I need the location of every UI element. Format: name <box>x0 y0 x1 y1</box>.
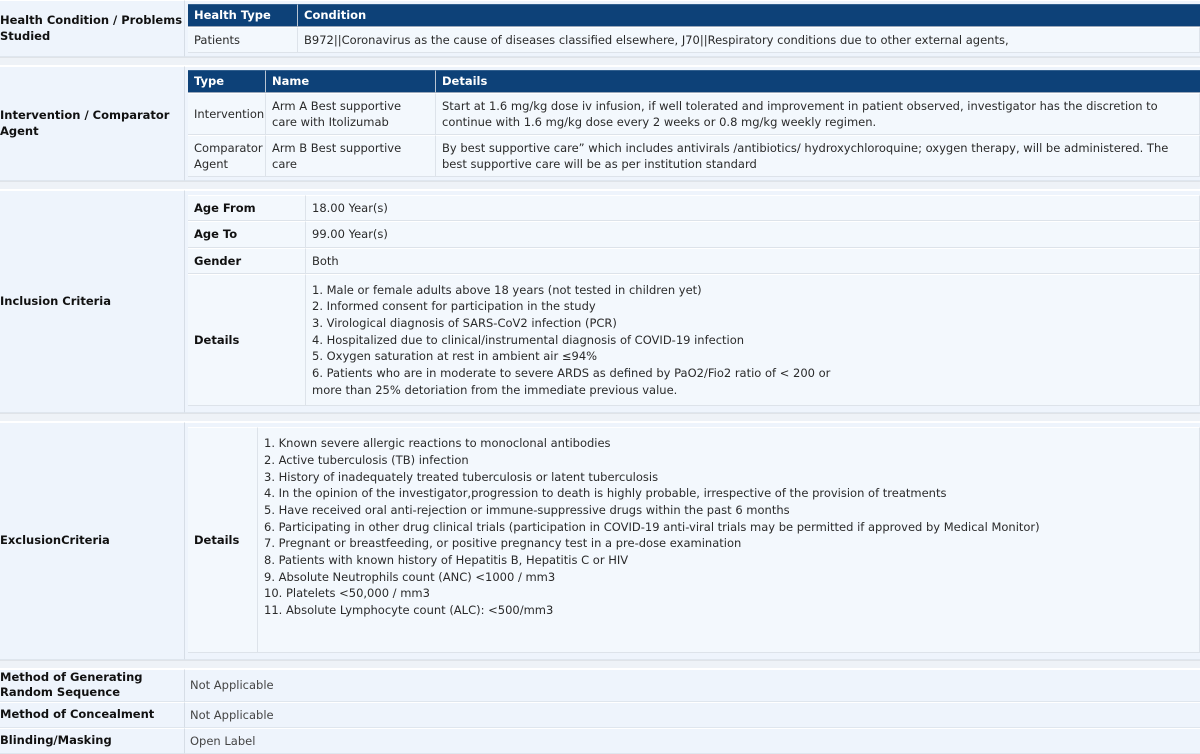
list-item: 5. Have received oral anti-rejection or … <box>264 503 790 518</box>
section-divider-left <box>0 659 185 669</box>
row-value-age-to: 99.00 Year(s) <box>306 221 1200 248</box>
cell-comparator-type: Comparator Agent <box>188 135 266 178</box>
section-label-intervention: Intervention / Comparator Agent <box>0 66 185 182</box>
section-row-concealment: Method of Concealment Not Applicable <box>0 701 1200 728</box>
row-label-gender: Gender <box>188 247 306 274</box>
list-item: more than 25% detoriation from the immed… <box>312 382 678 397</box>
table-row-age-to: Age To 99.00 Year(s) <box>188 221 1200 248</box>
list-item: 2. Informed consent for participation in… <box>312 299 596 314</box>
list-item: 6. Patients who are in moderate to sever… <box>312 365 831 380</box>
col-header-condition: Condition <box>298 4 1200 27</box>
list-item: 3. History of inadequately treated tuber… <box>264 469 659 484</box>
section-value-exclusion-criteria: Details 1. Known severe allergic reactio… <box>185 422 1200 660</box>
intervention-table: Type Name Details Intervention Arm A Bes… <box>188 70 1200 178</box>
list-item: 8. Patients with known history of Hepati… <box>264 553 629 568</box>
cell-health-type: Patients <box>188 26 298 54</box>
col-header-type: Type <box>188 70 266 93</box>
section-divider-right <box>185 659 1200 669</box>
table-row-inclusion-details: Details 1. Male or female adults above 1… <box>188 273 1200 407</box>
list-item: 4. In the opinion of the investigator,pr… <box>264 486 947 501</box>
section-divider <box>0 181 1200 191</box>
inclusion-table-wrap: Age From 18.00 Year(s) Age To 99.00 Year… <box>185 191 1200 412</box>
table-row: Comparator Agent Arm B Best supportive c… <box>188 135 1200 178</box>
list-item: 6. Participating in other drug clinical … <box>264 519 1040 534</box>
table-row: Intervention Arm A Best supportive care … <box>188 92 1200 136</box>
inclusion-criteria-table: Age From 18.00 Year(s) Age To 99.00 Year… <box>188 195 1200 407</box>
section-divider <box>0 659 1200 669</box>
cell-comparator-name: Arm B Best supportive care <box>266 135 436 178</box>
section-divider-left <box>0 57 185 67</box>
row-value-inclusion-details: 1. Male or female adults above 18 years … <box>306 273 1200 407</box>
cell-comparator-details: By best supportive care” which includes … <box>436 135 1200 178</box>
health-condition-table-wrap: Health Type Condition Patients B972||Cor… <box>185 1 1200 56</box>
section-value-inclusion-criteria: Age From 18.00 Year(s) Age To 99.00 Year… <box>185 190 1200 414</box>
list-item: 7. Pregnant or breastfeeding, or positiv… <box>264 536 742 551</box>
health-condition-table: Health Type Condition Patients B972||Cor… <box>188 4 1200 54</box>
col-header-name: Name <box>266 70 436 93</box>
section-row-blinding: Blinding/Masking Open Label <box>0 727 1200 754</box>
intervention-table-wrap: Type Name Details Intervention Arm A Bes… <box>185 67 1200 180</box>
section-row-intervention: Intervention / Comparator Agent Type Nam… <box>0 66 1200 182</box>
section-label-random-sequence: Method of Generating Random Sequence <box>0 668 185 702</box>
table-row: Patients B972||Coronavirus as the cause … <box>188 26 1200 54</box>
table-row-exclusion-details: Details 1. Known severe allergic reactio… <box>188 427 1200 653</box>
section-divider <box>0 57 1200 67</box>
section-row-exclusion-criteria: ExclusionCriteria Details 1. Known sever… <box>0 422 1200 660</box>
section-value-random-sequence: Not Applicable <box>185 668 1200 702</box>
section-divider-right <box>185 413 1200 423</box>
section-divider <box>0 413 1200 423</box>
row-value-age-from: 18.00 Year(s) <box>306 195 1200 222</box>
exclusion-list-bottom-space <box>264 619 1193 645</box>
list-item: 5. Oxygen saturation at rest in ambient … <box>312 349 598 364</box>
section-value-concealment: Not Applicable <box>185 701 1200 728</box>
list-item: 3. Virological diagnosis of SARS-CoV2 in… <box>312 315 617 330</box>
section-divider-left <box>0 413 185 423</box>
row-label-age-from: Age From <box>188 195 306 222</box>
section-label-inclusion-criteria: Inclusion Criteria <box>0 190 185 414</box>
list-item: 11. Absolute Lymphocyte count (ALC): <50… <box>264 603 554 618</box>
exclusion-table-wrap: Details 1. Known severe allergic reactio… <box>185 423 1200 658</box>
row-label-inclusion-details: Details <box>188 273 306 407</box>
section-row-random-sequence: Method of Generating Random Sequence Not… <box>0 668 1200 702</box>
clinical-trial-registry-detail-page: Health Condition / Problems Studied Heal… <box>0 0 1200 754</box>
section-label-exclusion-criteria: ExclusionCriteria <box>0 422 185 660</box>
col-header-details: Details <box>436 70 1200 93</box>
exclusion-criteria-table: Details 1. Known severe allergic reactio… <box>188 427 1200 653</box>
exclusion-criteria-list: 1. Known severe allergic reactions to mo… <box>264 435 1193 618</box>
cell-intervention-type: Intervention <box>188 92 266 136</box>
row-label-exclusion-details: Details <box>188 427 258 653</box>
section-divider-right <box>185 57 1200 67</box>
section-label-concealment: Method of Concealment <box>0 701 185 728</box>
cell-condition: B972||Coronavirus as the cause of diseas… <box>298 26 1200 54</box>
section-value-health-condition: Health Type Condition Patients B972||Cor… <box>185 0 1200 58</box>
list-item: 1. Known severe allergic reactions to mo… <box>264 436 611 451</box>
cell-intervention-name: Arm A Best supportive care with Itolizum… <box>266 92 436 136</box>
table-header-row: Type Name Details <box>188 70 1200 93</box>
exclusion-details-block: 1. Known severe allergic reactions to mo… <box>264 432 1193 647</box>
section-label-blinding: Blinding/Masking <box>0 727 185 754</box>
table-row-age-from: Age From 18.00 Year(s) <box>188 195 1200 222</box>
section-row-inclusion-criteria: Inclusion Criteria Age From 18.00 Year(s… <box>0 190 1200 414</box>
table-row-gender: Gender Both <box>188 247 1200 274</box>
row-label-age-to: Age To <box>188 221 306 248</box>
list-item: 1. Male or female adults above 18 years … <box>312 282 702 297</box>
list-item: 4. Hospitalized due to clinical/instrume… <box>312 332 745 347</box>
col-header-health-type: Health Type <box>188 4 298 27</box>
inclusion-details-block: 1. Male or female adults above 18 years … <box>312 279 1193 402</box>
list-item: 10. Platelets <50,000 / mm3 <box>264 586 430 601</box>
section-label-health-condition: Health Condition / Problems Studied <box>0 0 185 58</box>
section-value-intervention: Type Name Details Intervention Arm A Bes… <box>185 66 1200 182</box>
inclusion-criteria-list: 1. Male or female adults above 18 years … <box>312 282 1193 399</box>
row-value-exclusion-details: 1. Known severe allergic reactions to mo… <box>258 427 1200 653</box>
list-item: 2. Active tuberculosis (TB) infection <box>264 453 469 467</box>
table-header-row: Health Type Condition <box>188 4 1200 27</box>
section-divider-right <box>185 181 1200 191</box>
list-item: 9. Absolute Neutrophils count (ANC) <100… <box>264 569 556 584</box>
section-row-health-condition: Health Condition / Problems Studied Heal… <box>0 0 1200 58</box>
cell-intervention-details: Start at 1.6 mg/kg dose iv infusion, if … <box>436 92 1200 136</box>
section-value-blinding: Open Label <box>185 727 1200 754</box>
section-divider-left <box>0 181 185 191</box>
row-value-gender: Both <box>306 247 1200 274</box>
trial-details-table: Health Condition / Problems Studied Heal… <box>0 0 1200 754</box>
